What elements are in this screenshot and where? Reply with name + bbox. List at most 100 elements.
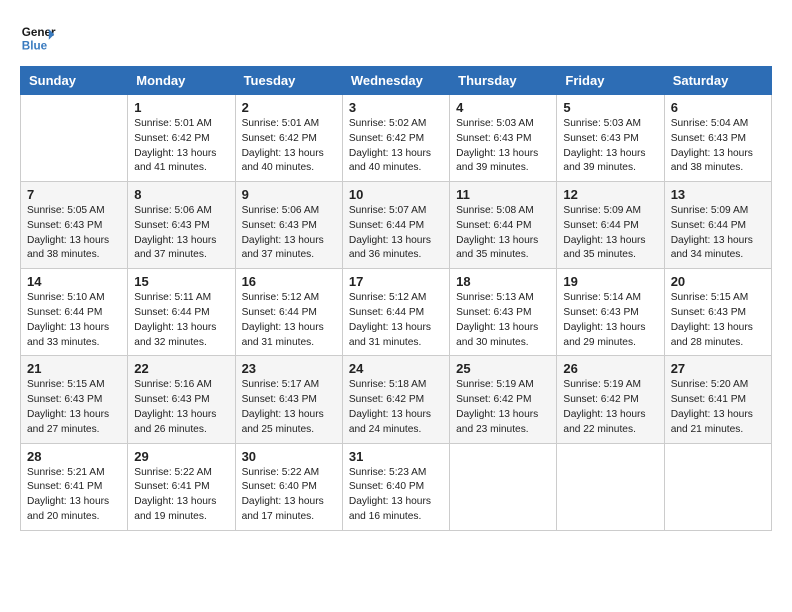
day-info-line: Daylight: 13 hours	[134, 496, 216, 507]
day-cell: 21 Sunrise: 5:15 AMSunset: 6:43 PMDayligh…	[21, 356, 128, 443]
day-number: 2	[242, 100, 336, 115]
day-info-line: and 39 minutes.	[456, 162, 529, 173]
weekday-header-friday: Friday	[557, 67, 664, 95]
day-info: Sunrise: 5:06 AMSunset: 6:43 PMDaylight:…	[242, 204, 336, 263]
day-info-line: and 34 minutes.	[671, 249, 744, 260]
day-cell: 25Sunrise: 5:19 AMSunset: 6:42 PMDayligh…	[450, 356, 557, 443]
day-info-line: Daylight: 13 hours	[242, 322, 324, 333]
day-info: Sunrise: 5:06 AMSunset: 6:43 PMDaylight:…	[134, 204, 228, 263]
day-cell: 31Sunrise: 5:23 AMSunset: 6:40 PMDayligh…	[342, 443, 449, 530]
day-info: Sunrise: 5:19 AM Sunset: 6:42 PM Daylight:…	[563, 378, 657, 437]
day-info-line: Daylight: 13 hours	[134, 148, 216, 159]
day-info-line: Sunrise: 5:03 AM	[563, 118, 641, 129]
day-info: Sunrise: 5:15 AMSunset: 6:43 PMDaylight:…	[27, 378, 121, 437]
day-info-line: and 32 minutes.	[134, 337, 207, 348]
day-info-line: Sunset: 6:42 PM	[242, 133, 317, 144]
day-info: Sunrise: 5:01 AMSunset: 6:42 PMDaylight:…	[134, 117, 228, 176]
day-cell: 19 Sunrise: 5:14 AMSunset: 6:43 PMDayligh…	[557, 269, 664, 356]
day-info-line: Daylight: 13 hours	[563, 148, 645, 159]
day-info-line: and 20 minutes.	[27, 511, 100, 522]
day-info-line: Sunset: 6:42 PM	[349, 133, 424, 144]
day-info-line: Sunrise: 5:16 AM	[134, 379, 212, 390]
day-cell: 11Sunrise: 5:08 AMSunset: 6:44 PMDayligh…	[450, 182, 557, 269]
day-info-line: Sunrise: 5:19 AM	[456, 379, 534, 390]
day-info: Sunrise: 5:22 AMSunset: 6:41 PMDaylight:…	[134, 466, 228, 525]
day-cell: 18Sunrise: 5:13 AMSunset: 6:43 PMDayligh…	[450, 269, 557, 356]
day-info-line: Sunset: 6:43 PM	[27, 220, 102, 231]
day-info-line: and 37 minutes.	[242, 249, 315, 260]
day-info-line: Sunset: 6:42 PM	[563, 394, 638, 405]
day-number: 5	[563, 100, 657, 115]
day-cell: 1Sunrise: 5:01 AMSunset: 6:42 PMDaylight…	[128, 95, 235, 182]
day-info-line: Sunrise: 5:13 AM	[456, 292, 534, 303]
weekday-header-sunday: Sunday	[21, 67, 128, 95]
day-number: 7	[27, 187, 121, 202]
day-number: 14	[27, 274, 121, 289]
weekday-header-thursday: Thursday	[450, 67, 557, 95]
day-info: Sunrise: 5:01 AMSunset: 6:42 PMDaylight:…	[242, 117, 336, 176]
day-info-line: and 27 minutes.	[27, 424, 100, 435]
day-info-line: Daylight: 13 hours	[563, 322, 645, 333]
day-number: 15	[134, 274, 228, 289]
day-number: 21	[27, 361, 121, 376]
day-number: 19	[563, 274, 657, 289]
day-info: Sunrise: 5:09 AMSunset: 6:44 PMDaylight:…	[671, 204, 765, 263]
day-cell: 8Sunrise: 5:06 AMSunset: 6:43 PMDaylight…	[128, 182, 235, 269]
day-info-line: Daylight: 13 hours	[456, 148, 538, 159]
weekday-header-row: SundayMondayTuesdayWednesdayThursdayFrid…	[21, 67, 772, 95]
day-info-line: Daylight: 13 hours	[671, 148, 753, 159]
day-info: Sunrise: 5:02 AMSunset: 6:42 PMDaylight:…	[349, 117, 443, 176]
day-info: Sunrise: 5:04 AMSunset: 6:43 PMDaylight:…	[671, 117, 765, 176]
day-info-line: and 28 minutes.	[671, 337, 744, 348]
day-cell: 24 Sunrise: 5:18 AMSunset: 6:42 PMDayligh…	[342, 356, 449, 443]
day-info: Sunrise: 5:12 AMSunset: 6:44 PMDaylight:…	[242, 291, 336, 350]
day-number: 22	[134, 361, 228, 376]
day-info-line: Daylight: 13 hours	[349, 235, 431, 246]
day-info-line: Sunset: 6:43 PM	[242, 394, 317, 405]
day-info-line: Sunrise: 5:01 AM	[134, 118, 212, 129]
logo-icon: General Blue	[20, 20, 56, 56]
day-info-line: and 38 minutes.	[671, 162, 744, 173]
day-info-line: Sunset: 6:43 PM	[456, 307, 531, 318]
day-info: Sunrise: 5:14 AMSunset: 6:43 PMDaylight:…	[563, 291, 657, 350]
day-info: Sunrise: 5:12 AMSunset: 6:44 PMDaylight:…	[349, 291, 443, 350]
day-number: 6	[671, 100, 765, 115]
day-info-line: Daylight: 13 hours	[456, 235, 538, 246]
day-info-line: and 16 minutes.	[349, 511, 422, 522]
day-cell: 20Sunrise: 5:15 AMSunset: 6:43 PMDayligh…	[664, 269, 771, 356]
day-cell	[664, 443, 771, 530]
day-cell: 28Sunrise: 5:21 AMSunset: 6:41 PMDayligh…	[21, 443, 128, 530]
week-row-5: 28Sunrise: 5:21 AMSunset: 6:41 PMDayligh…	[21, 443, 772, 530]
day-cell: 3Sunrise: 5:02 AMSunset: 6:42 PMDaylight…	[342, 95, 449, 182]
day-info: Sunrise: 5:07 AMSunset: 6:44 PMDaylight:…	[349, 204, 443, 263]
day-info-line: Sunrise: 5:15 AM	[671, 292, 749, 303]
day-cell: 17Sunrise: 5:12 AMSunset: 6:44 PMDayligh…	[342, 269, 449, 356]
day-info-line: Sunset: 6:43 PM	[671, 133, 746, 144]
day-cell: 14 Sunrise: 5:10 AMSunset: 6:44 PMDayligh…	[21, 269, 128, 356]
day-info-line: Daylight: 13 hours	[563, 409, 645, 420]
day-info-line: Sunrise: 5:19 AM	[563, 379, 641, 390]
day-number: 18	[456, 274, 550, 289]
day-info: Sunrise: 5:18 AMSunset: 6:42 PMDaylight:…	[349, 378, 443, 437]
day-info: Sunrise: 5:03 AMSunset: 6:43 PMDaylight:…	[456, 117, 550, 176]
day-info-line: Sunrise: 5:15 AM	[27, 379, 105, 390]
day-info-line: Sunset: 6:43 PM	[456, 133, 531, 144]
day-info-line: and 29 minutes.	[563, 337, 636, 348]
day-number: 24	[349, 361, 443, 376]
day-info-line: and 35 minutes.	[563, 249, 636, 260]
day-info-line: Sunrise: 5:18 AM	[349, 379, 427, 390]
day-number: 16	[242, 274, 336, 289]
day-number: 20	[671, 274, 765, 289]
day-number: 9	[242, 187, 336, 202]
day-info-line: Daylight: 13 hours	[134, 322, 216, 333]
day-info-line: Sunset: 6:43 PM	[671, 307, 746, 318]
day-cell: 4Sunrise: 5:03 AMSunset: 6:43 PMDaylight…	[450, 95, 557, 182]
day-cell: 7Sunrise: 5:05 AMSunset: 6:43 PMDaylight…	[21, 182, 128, 269]
day-cell: 22Sunrise: 5:16 AMSunset: 6:43 PMDayligh…	[128, 356, 235, 443]
day-info-line: Sunrise: 5:17 AM	[242, 379, 320, 390]
day-info-line: Daylight: 13 hours	[671, 235, 753, 246]
day-info-line: Sunset: 6:42 PM	[456, 394, 531, 405]
weekday-header-saturday: Saturday	[664, 67, 771, 95]
day-info: Sunrise: 5:10 AMSunset: 6:44 PMDaylight:…	[27, 291, 121, 350]
day-info-line: and 26 minutes.	[134, 424, 207, 435]
